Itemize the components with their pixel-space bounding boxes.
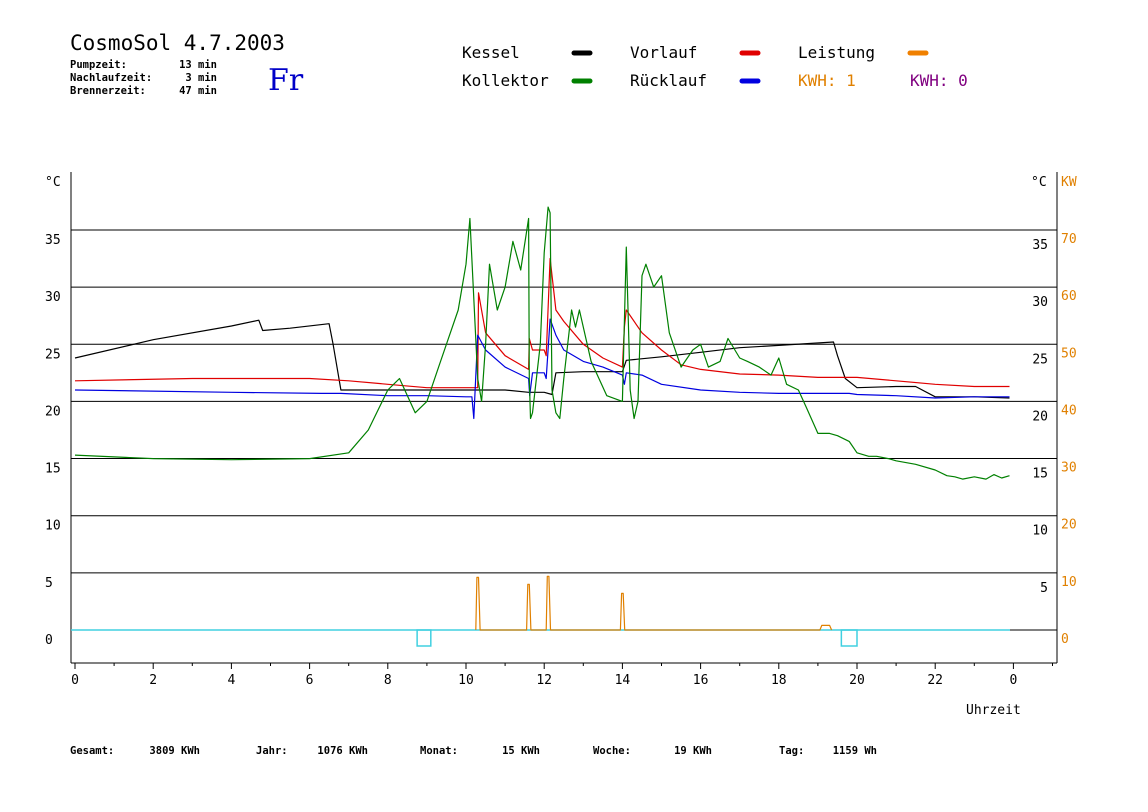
x-tick-label: 12 xyxy=(536,673,552,688)
series-line-vorlauf xyxy=(74,257,1010,389)
series-line-kollektor xyxy=(74,206,1010,480)
y-tick-label-left: 10 xyxy=(45,519,61,534)
y-tick-label-right: 35 xyxy=(1032,238,1048,253)
axes xyxy=(70,172,1058,669)
y-tick-label-left: 30 xyxy=(45,290,61,305)
kwh-label: KWH: 1 xyxy=(798,71,856,90)
power-tick-label: 30 xyxy=(1061,461,1077,476)
legend: Kessel Vorlauf Leistung Kollektor Rücklauf KW… xyxy=(462,43,968,90)
series-line-ruecklauf xyxy=(74,318,1010,420)
series-lines xyxy=(71,206,1010,647)
power-tick-label: 0 xyxy=(1061,632,1069,647)
stat-value: 47 min xyxy=(179,85,217,97)
x-tick-label: 10 xyxy=(458,673,474,688)
stat-value: 13 min xyxy=(179,59,217,71)
power-tick-label: 60 xyxy=(1061,289,1077,304)
series-line-leistung xyxy=(475,575,833,631)
x-tick-label: 20 xyxy=(849,673,865,688)
y-tick-label-right: 5 xyxy=(1040,581,1048,596)
stat-label: Pumpzeit: xyxy=(70,59,127,71)
power-tick-label: 50 xyxy=(1061,346,1077,361)
footer-label: Monat: xyxy=(420,745,458,757)
chart-title: CosmoSol 4.7.2003 xyxy=(70,31,285,55)
legend-label: Leistung xyxy=(798,43,875,62)
x-tick-label: 4 xyxy=(227,673,235,688)
x-tick-label: 2 xyxy=(149,673,157,688)
pump-marker xyxy=(416,629,432,647)
grid-lines xyxy=(71,229,1057,631)
legend-label: Vorlauf xyxy=(630,43,697,62)
x-tick-label: 0 xyxy=(1009,673,1017,688)
power-tick-label: 40 xyxy=(1061,403,1077,418)
power-axis-unit: KW xyxy=(1061,175,1077,190)
y-axis-unit-right: °C xyxy=(1031,175,1047,190)
footer-label: Jahr: xyxy=(256,745,288,757)
y-tick-label-left: 25 xyxy=(45,347,61,362)
footer-value: 15 KWh xyxy=(502,745,540,757)
y-axis-unit-left: °C xyxy=(45,175,61,190)
footer-value: 19 KWh xyxy=(674,745,712,757)
y-tick-label-right: 25 xyxy=(1032,352,1048,367)
x-tick-label: 14 xyxy=(615,673,631,688)
y-tick-label-left: 5 xyxy=(45,576,53,591)
power-tick-label: 70 xyxy=(1061,232,1077,247)
x-tick-label: 8 xyxy=(384,673,392,688)
y-tick-label-left: 35 xyxy=(45,233,61,248)
y-tick-label-left: 0 xyxy=(45,633,53,648)
x-tick-label: 6 xyxy=(306,673,314,688)
day-label: Fr xyxy=(268,63,304,98)
footer-value: 3809 KWh xyxy=(149,745,200,757)
x-tick-label: 0 xyxy=(71,673,79,688)
footer-label: Gesamt: xyxy=(70,745,114,757)
x-tick-label: 18 xyxy=(771,673,787,688)
footer-value: 1076 KWh xyxy=(317,745,368,757)
x-axis-label: Uhrzeit xyxy=(966,703,1021,718)
footer-label: Woche: xyxy=(593,745,631,757)
y-tick-label-right: 30 xyxy=(1032,295,1048,310)
x-tick-label: 22 xyxy=(927,673,943,688)
legend-label: Kessel xyxy=(462,43,520,62)
pump-marker xyxy=(840,629,858,647)
y-tick-label-right: 15 xyxy=(1032,467,1048,482)
header: CosmoSol 4.7.2003 Fr Pumpzeit: 13 min Nachla… xyxy=(70,31,304,98)
kwh-label: KWH: 0 xyxy=(910,71,968,90)
y-tick-label-left: 20 xyxy=(45,404,61,419)
legend-label: Rücklauf xyxy=(630,71,707,90)
y-tick-label-right: 20 xyxy=(1032,409,1048,424)
power-tick-label: 20 xyxy=(1061,518,1077,533)
footer-label: Tag: xyxy=(779,745,804,757)
series-line-kessel xyxy=(74,319,1010,399)
y-tick-label-left: 15 xyxy=(45,462,61,477)
x-tick-label: 16 xyxy=(693,673,709,688)
y-tick-label-right: 10 xyxy=(1032,524,1048,539)
power-tick-label: 10 xyxy=(1061,575,1077,590)
footer: Gesamt: 3809 KWh Jahr: 1076 KWh Monat: 15 KWh… xyxy=(70,745,877,757)
stat-label: Nachlaufzeit: xyxy=(70,72,152,84)
temperature-chart: CosmoSol 4.7.2003 Fr Pumpzeit: 13 min Nachla… xyxy=(45,31,1077,757)
legend-label: Kollektor xyxy=(462,71,549,90)
stat-label: Brennerzeit: xyxy=(70,85,146,97)
stat-value: 3 min xyxy=(185,72,217,84)
tick-labels: 0 2 4 6 8 10 12 14 16 18 20 22 0 0 5 10 15 20 25 30 35 5 10 15 2… xyxy=(45,175,1077,718)
footer-value: 1159 Wh xyxy=(833,745,877,757)
